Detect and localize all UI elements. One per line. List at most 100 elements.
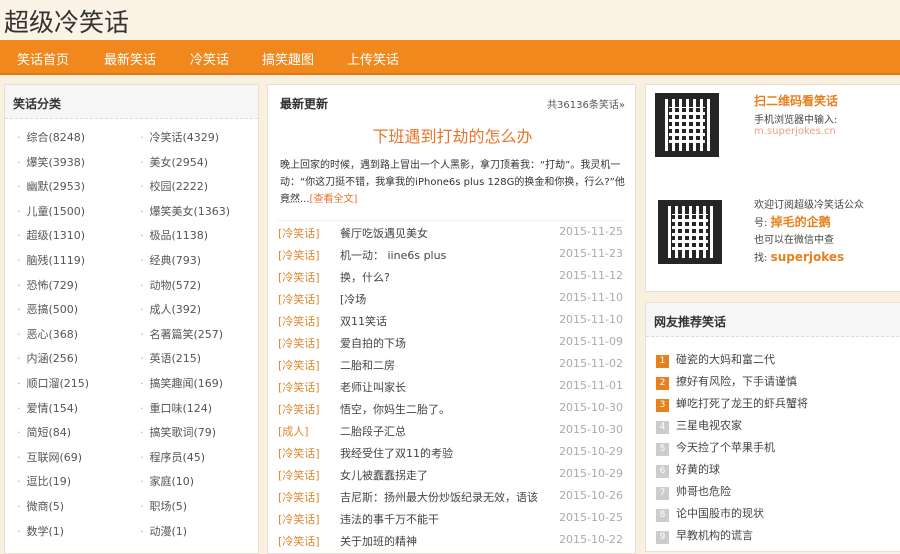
rank-badge: 8 <box>656 509 669 522</box>
category-link[interactable]: 数学(1) <box>17 523 65 539</box>
scan-title: 扫二维码看笑话 <box>754 94 839 108</box>
joke-title-link[interactable]: 女儿被蠢蠢拐走了 <box>340 467 428 483</box>
recommended-item[interactable]: 4 三星电视农家 <box>656 417 742 434</box>
joke-title-link[interactable]: 吉尼斯：扬州最大份炒饭纪录无效，语该 <box>340 489 538 505</box>
joke-title-link[interactable]: 餐厅吃饭遇见美女 <box>340 225 428 241</box>
joke-category-tag[interactable]: [冷笑话] <box>278 445 320 461</box>
category-link[interactable]: 逗比(19) <box>17 473 72 489</box>
joke-category-tag[interactable]: [冷笑话] <box>278 401 320 417</box>
joke-category-tag[interactable]: [冷笑话] <box>278 467 320 483</box>
recommended-title-text: 蝉吃打死了龙王的虾兵蟹将 <box>676 397 808 410</box>
qr-panel: 扫二维码看笑话 手机浏览器中输入: m.superjokes.cn 欢迎订阅超级… <box>645 84 900 292</box>
nav-home[interactable]: 笑话首页 <box>17 49 69 68</box>
category-link[interactable]: 顺口溜(215) <box>17 375 90 391</box>
category-link[interactable]: 动物(572) <box>140 277 202 293</box>
joke-row: [成人] 二胎段子汇总 2015-10-30 <box>278 423 623 443</box>
recommended-item[interactable]: 6 好黄的球 <box>656 461 720 478</box>
joke-category-tag[interactable]: [冷笑话] <box>278 247 320 263</box>
rank-badge: 6 <box>656 465 669 478</box>
category-link[interactable]: 英语(215) <box>140 350 202 366</box>
joke-row: [冷笑话] 机一动： iine6s plus 2015-11-23 <box>278 247 623 267</box>
category-link[interactable]: 爱情(154) <box>17 400 79 416</box>
category-link[interactable]: 幽默(2953) <box>17 178 86 194</box>
category-link[interactable]: 校园(2222) <box>140 178 209 194</box>
category-link[interactable]: 重口味(124) <box>140 400 213 416</box>
category-link[interactable]: 恶心(368) <box>17 326 79 342</box>
wechat-label: 找: <box>754 253 768 264</box>
category-title: 笑话分类 <box>5 85 258 119</box>
category-link[interactable]: 微商(5) <box>17 498 65 514</box>
category-link[interactable]: 家庭(10) <box>140 473 195 489</box>
joke-title-link[interactable]: 关于加班的精神 <box>340 533 417 549</box>
recommended-title-text: 帅哥也危险 <box>676 485 731 498</box>
joke-title-link[interactable]: 老师让叫家长 <box>340 379 406 395</box>
joke-title-link[interactable]: 爱自拍的下场 <box>340 335 406 351</box>
rank-badge: 5 <box>656 443 669 456</box>
rank-badge: 9 <box>656 531 669 544</box>
joke-title-link[interactable]: 我经受住了双11的考验 <box>340 445 453 461</box>
joke-category-tag[interactable]: [冷笑话] <box>278 313 320 329</box>
joke-row: [冷笑话] 老师让叫家长 2015-11-01 <box>278 379 623 399</box>
joke-title-link[interactable]: [冷场 <box>340 291 366 307</box>
category-link[interactable]: 极品(1138) <box>140 227 209 243</box>
recommended-item[interactable]: 7 帅哥也危险 <box>656 483 731 500</box>
category-link[interactable]: 综合(8248) <box>17 129 86 145</box>
joke-category-tag[interactable]: [冷笑话] <box>278 269 320 285</box>
joke-category-tag[interactable]: [成人] <box>278 423 309 439</box>
category-link[interactable]: 爆笑美女(1363) <box>140 203 231 219</box>
scan-hint: 手机浏览器中输入: <box>754 115 838 126</box>
recommended-item[interactable]: 8 论中国股市的现状 <box>656 505 764 522</box>
recommended-title-text: 好黄的球 <box>676 463 720 476</box>
nav-latest[interactable]: 最新笑话 <box>104 49 156 68</box>
recommended-item[interactable]: 2 撩好有风险，下手请谨慎 <box>656 373 797 390</box>
recommended-item[interactable]: 5 今天捡了个苹果手机 <box>656 439 775 456</box>
joke-title-link[interactable]: 二胎和二房 <box>340 357 395 373</box>
category-link[interactable]: 美女(2954) <box>140 154 209 170</box>
joke-category-tag[interactable]: [冷笑话] <box>278 225 320 241</box>
category-link[interactable]: 程序员(45) <box>140 449 206 465</box>
category-link[interactable]: 恶搞(500) <box>17 301 79 317</box>
category-link[interactable]: 互联网(69) <box>17 449 83 465</box>
mobile-url-link[interactable]: m.superjokes.cn <box>754 126 836 137</box>
recommended-item[interactable]: 9 早教机构的谎言 <box>656 527 753 544</box>
joke-title-link[interactable]: 悟空，你妈生二胎了。 <box>340 401 450 417</box>
joke-category-tag[interactable]: [冷笑话] <box>278 335 320 351</box>
category-link[interactable]: 冷笑话(4329) <box>140 129 220 145</box>
joke-category-tag[interactable]: [冷笑话] <box>278 291 320 307</box>
joke-row: [冷笑话] 二胎和二房 2015-11-02 <box>278 357 623 377</box>
joke-title-link[interactable]: 换，什么? <box>340 269 390 285</box>
joke-title-link[interactable]: 二胎段子汇总 <box>340 423 406 439</box>
category-link[interactable]: 职场(5) <box>140 498 188 514</box>
category-link[interactable]: 儿童(1500) <box>17 203 86 219</box>
recommended-item[interactable]: 1 碰瓷的大妈和富二代 <box>656 351 775 368</box>
category-link[interactable]: 恐怖(729) <box>17 277 79 293</box>
read-more-link[interactable]: [查看全文] <box>310 194 358 205</box>
joke-category-tag[interactable]: [冷笑话] <box>278 511 320 527</box>
joke-title-link[interactable]: 双11笑话 <box>340 313 387 329</box>
category-link[interactable]: 爆笑(3938) <box>17 154 86 170</box>
joke-category-tag[interactable]: [冷笑话] <box>278 533 320 549</box>
category-link[interactable]: 搞笑歌词(79) <box>140 424 217 440</box>
joke-title-link[interactable]: 违法的事千万不能干 <box>340 511 439 527</box>
category-link[interactable]: 动漫(1) <box>140 523 188 539</box>
total-count-link[interactable]: 共36136条笑话» <box>547 96 625 111</box>
category-link[interactable]: 简短(84) <box>17 424 72 440</box>
category-link[interactable]: 成人(392) <box>140 301 202 317</box>
nav-upload[interactable]: 上传笑话 <box>347 49 399 68</box>
category-link[interactable]: 经典(793) <box>140 252 202 268</box>
joke-category-tag[interactable]: [冷笑话] <box>278 357 320 373</box>
category-link[interactable]: 搞笑趣闻(169) <box>140 375 224 391</box>
joke-category-tag[interactable]: [冷笑话] <box>278 379 320 395</box>
nav-funny-pics[interactable]: 搞笑趣图 <box>262 49 314 68</box>
recommended-item[interactable]: 3 蝉吃打死了龙王的虾兵蟹将 <box>656 395 808 412</box>
category-link[interactable]: 内涵(256) <box>17 350 79 366</box>
joke-title-link[interactable]: 机一动： iine6s plus <box>340 247 446 263</box>
wechat-info: 欢迎订阅超级冷笑话公众 号: 掉毛的企鹅 也可以在微信中查 找: superjo… <box>754 197 900 267</box>
category-link[interactable]: 名著篇笑(257) <box>140 326 224 342</box>
nav-cold-jokes[interactable]: 冷笑话 <box>190 49 229 68</box>
joke-category-tag[interactable]: [冷笑话] <box>278 489 320 505</box>
site-logo-title[interactable]: 超级冷笑话 <box>4 3 129 39</box>
category-link[interactable]: 超级(1310) <box>17 227 86 243</box>
category-link[interactable]: 脑残(1119) <box>17 252 86 268</box>
featured-title[interactable]: 下班遇到打劫的怎么办 <box>268 123 637 147</box>
